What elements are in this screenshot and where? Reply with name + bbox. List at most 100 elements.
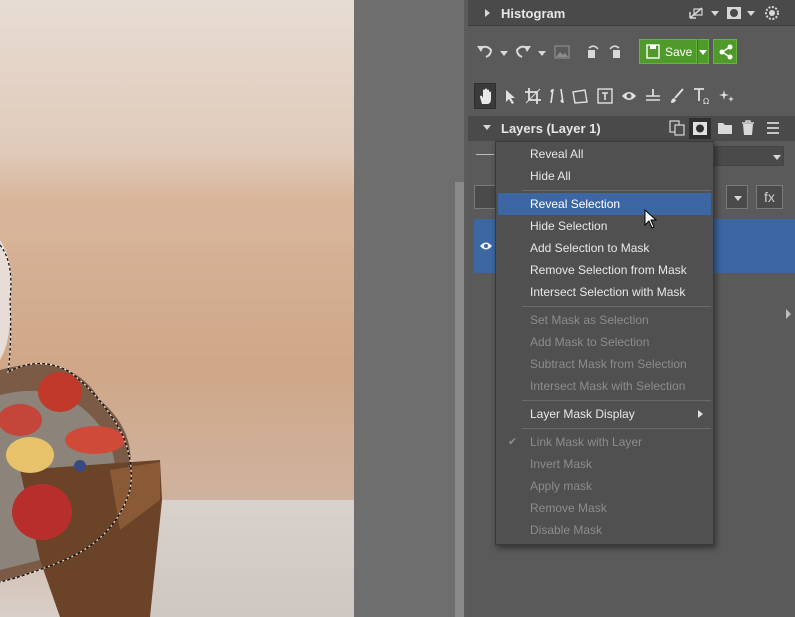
menu-item-remove-selection-from-mask[interactable]: Remove Selection from Mask [498, 259, 711, 281]
menu-item-link-mask-with-layer: ✔ Link Mask with Layer [498, 431, 711, 453]
mouse-pointer-icon [644, 208, 658, 232]
opacity-select[interactable] [708, 146, 784, 166]
folder-icon[interactable] [717, 121, 733, 138]
text-tool-icon[interactable]: Ω [693, 87, 711, 108]
strawberry [12, 484, 72, 540]
layer-mask-icon [692, 121, 708, 139]
chevron-down-icon [773, 155, 781, 160]
menu-item-label: Remove Mask [530, 501, 607, 515]
menu-separator [522, 428, 711, 429]
save-label: Save [665, 45, 693, 59]
menu-separator [522, 400, 711, 401]
layer-filter-dropdown[interactable] [726, 185, 748, 209]
menu-item-intersect-selection-with-mask[interactable]: Intersect Selection with Mask [498, 281, 711, 303]
blueberry [74, 460, 86, 472]
menu-item-label: Hide All [530, 169, 571, 183]
cake-side [0, 240, 11, 360]
undo-icon[interactable] [476, 43, 494, 59]
menu-item-subtract-mask-from-selection: Subtract Mask from Selection [498, 353, 711, 375]
menu-item-hide-all[interactable]: Hide All [498, 165, 711, 187]
menu-item-label: Intersect Mask with Selection [530, 379, 686, 393]
chevron-right-icon[interactable] [485, 9, 490, 17]
menu-item-label: Remove Selection from Mask [530, 263, 687, 277]
menu-item-label: Reveal All [530, 147, 584, 161]
menu-separator [522, 190, 711, 191]
fx-button[interactable]: fx [756, 185, 783, 209]
menu-item-label: Set Mask as Selection [530, 313, 649, 327]
photo-content [0, 240, 162, 617]
brush-tool-icon[interactable] [669, 88, 685, 107]
menu-item-label: Link Mask with Layer [530, 435, 643, 449]
chevron-down-icon[interactable] [483, 125, 491, 130]
menu-item-apply-mask: Apply mask [498, 475, 711, 497]
layer-mask-button[interactable] [689, 118, 711, 139]
effects-tool-icon[interactable] [719, 89, 735, 106]
layers-header[interactable]: Layers (Layer 1) [468, 116, 795, 141]
crop-tool-icon[interactable] [525, 88, 541, 107]
tools-toolbar: Ω [468, 83, 795, 111]
histogram-title: Histogram [501, 6, 566, 21]
menu-item-label: Add Selection to Mask [530, 241, 650, 255]
chevron-down-icon[interactable] [500, 51, 508, 56]
menu-item-add-selection-to-mask[interactable]: Add Selection to Mask [498, 237, 711, 259]
menu-item-reveal-all[interactable]: Reveal All [498, 143, 711, 165]
rotate-right-icon[interactable] [607, 44, 623, 60]
menu-item-set-mask-as-selection: Set Mask as Selection [498, 309, 711, 331]
menu-item-reveal-selection[interactable]: Reveal Selection [498, 193, 711, 215]
menu-item-hide-selection[interactable]: Hide Selection [498, 215, 711, 237]
hand-tool-icon [478, 88, 494, 108]
save-icon [646, 44, 660, 59]
vertical-scrollbar[interactable] [455, 182, 464, 617]
checkmark-icon: ✔ [508, 436, 518, 448]
trash-icon[interactable] [741, 120, 755, 139]
menu-item-label: Layer Mask Display [530, 407, 635, 421]
menu-item-remove-mask: Remove Mask [498, 497, 711, 519]
layer-visibility-eye-icon[interactable] [479, 240, 493, 254]
mask-view-icon[interactable] [726, 6, 742, 20]
histogram-header[interactable]: Histogram [468, 0, 795, 26]
menu-item-layer-mask-display[interactable]: Layer Mask Display [498, 403, 711, 425]
hand-tool-button[interactable] [474, 83, 496, 109]
duplicate-layer-icon[interactable] [669, 120, 685, 139]
fruit-slice [6, 437, 54, 473]
panel-collapse-arrow-icon[interactable] [786, 309, 791, 319]
menu-item-invert-mask: Invert Mask [498, 453, 711, 475]
redo-icon[interactable] [514, 43, 532, 59]
menu-item-intersect-mask-with-selection: Intersect Mask with Selection [498, 375, 711, 397]
photo-canvas[interactable] [0, 0, 354, 617]
menu-item-label: Add Mask to Selection [530, 335, 650, 349]
view-mode-icon[interactable] [688, 6, 704, 20]
menu-item-label: Reveal Selection [530, 197, 621, 211]
rotate-left-icon[interactable] [585, 44, 601, 60]
layer-filter-field[interactable] [474, 185, 496, 209]
eye-tool-icon[interactable] [621, 90, 637, 105]
menu-item-label: Disable Mask [530, 523, 603, 537]
chevron-down-icon[interactable] [538, 51, 546, 56]
strawberry [65, 426, 125, 454]
strawberry [0, 404, 42, 436]
menu-item-label: Intersect Selection with Mask [530, 285, 686, 299]
text-frame-tool-icon[interactable] [597, 88, 613, 107]
share-icon [718, 44, 734, 60]
layer-mask-context-menu: Reveal All Hide All Reveal Selection Hid… [495, 141, 714, 545]
blend-mode-indicator [476, 154, 494, 155]
chevron-down-icon [734, 196, 742, 201]
select-tool-icon[interactable] [504, 89, 516, 108]
straighten-tool-icon[interactable] [549, 88, 565, 107]
canvas-background [354, 0, 455, 617]
share-button[interactable] [713, 39, 737, 64]
main-toolbar: Save [468, 37, 795, 69]
settings-gear-icon[interactable] [764, 5, 780, 21]
menu-separator [522, 306, 711, 307]
chevron-down-icon[interactable] [747, 11, 755, 16]
image-icon[interactable] [554, 45, 570, 59]
menu-icon[interactable] [766, 122, 780, 137]
transform-tool-icon[interactable] [572, 89, 588, 107]
chevron-down-icon[interactable] [711, 11, 719, 16]
level-tool-icon[interactable] [645, 88, 661, 107]
chevron-down-icon [699, 50, 707, 55]
layers-title: Layers (Layer 1) [501, 121, 601, 136]
svg-text:Ω: Ω [703, 97, 709, 105]
save-button[interactable]: Save [639, 39, 697, 64]
save-dropdown-button[interactable] [697, 39, 709, 64]
